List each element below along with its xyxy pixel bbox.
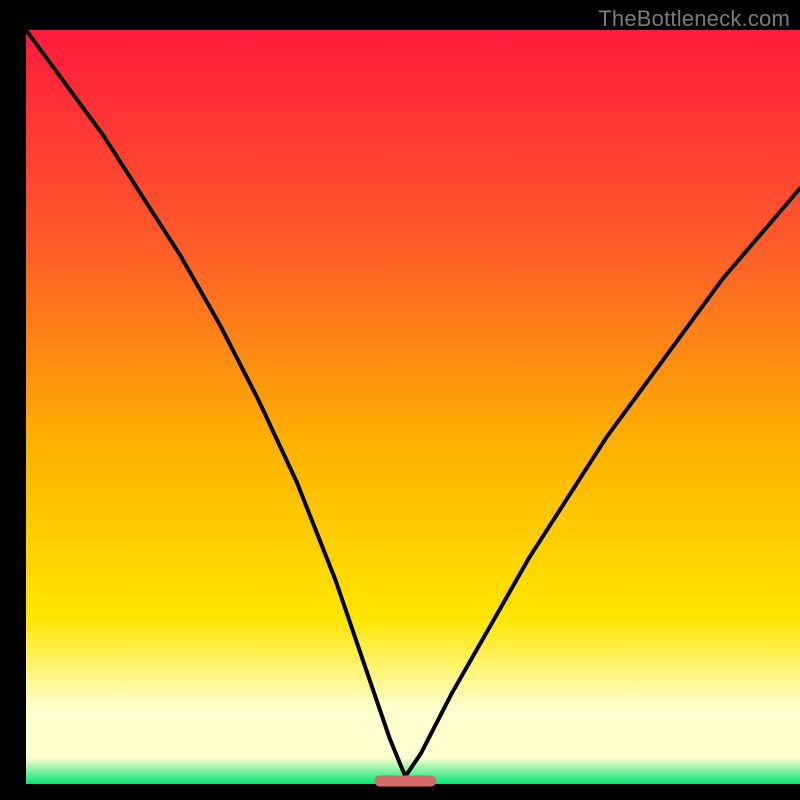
optimum-marker — [374, 775, 436, 786]
chart-frame: TheBottleneck.com — [0, 0, 800, 800]
plot-background — [26, 30, 800, 784]
attribution-label: TheBottleneck.com — [598, 6, 790, 32]
bottleneck-plot — [0, 0, 800, 800]
